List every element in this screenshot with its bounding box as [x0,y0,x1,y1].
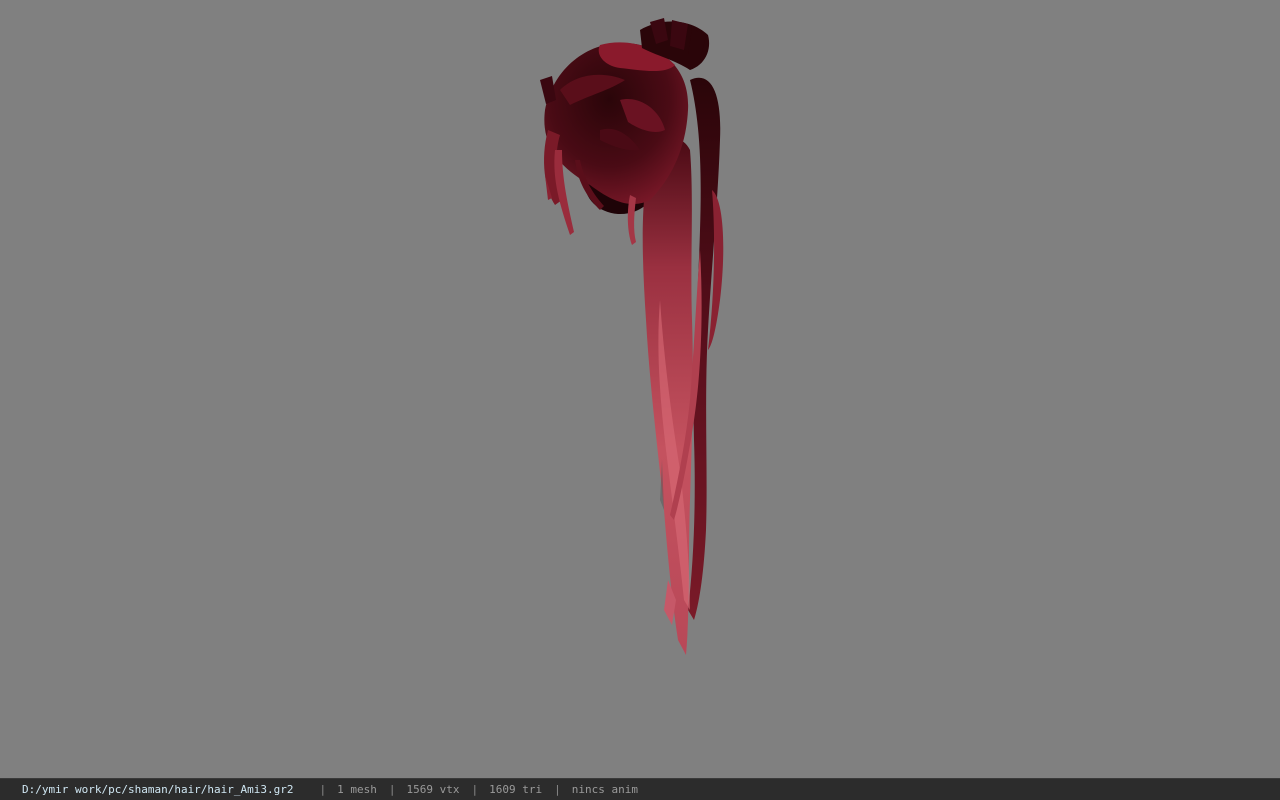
triangle-count-label: 1609 tri [489,783,543,796]
status-separator: | [388,783,396,796]
status-separator: | [319,783,327,796]
status-bar: D:/ymir work/pc/shaman/hair/hair_Ami3.gr… [0,778,1280,800]
status-separator: | [471,783,479,796]
3d-viewport[interactable] [0,0,1280,778]
mesh-count-label: 1 mesh [337,783,377,796]
hair-model-render [540,18,724,656]
animation-status-label: nincs anim [571,783,638,796]
status-separator: | [554,783,561,796]
ponytail-dark-strands [688,77,724,620]
vertex-count-label: 1569 vtx [406,783,460,796]
file-path-label: D:/ymir work/pc/shaman/hair/hair_Ami3.gr… [22,783,294,796]
